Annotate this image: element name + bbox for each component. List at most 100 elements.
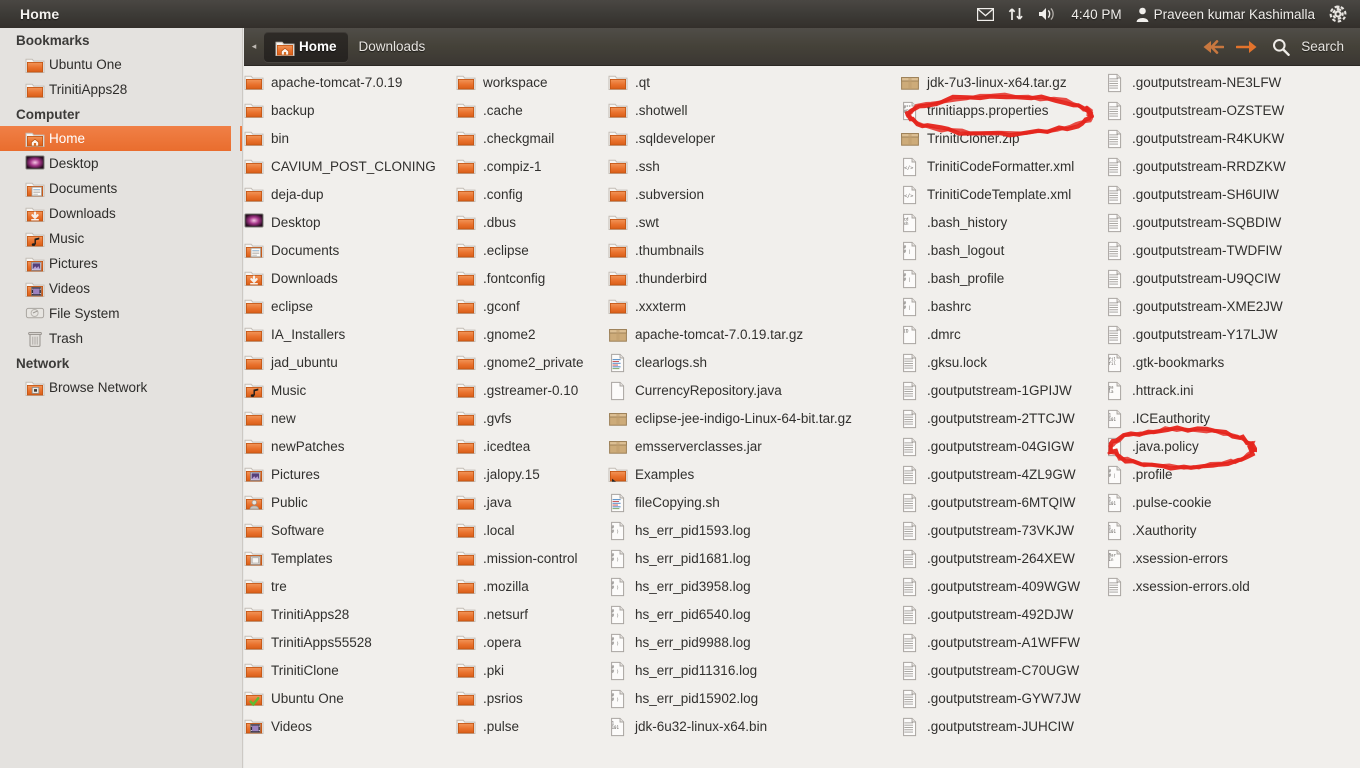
file-item[interactable]: .goutputstream-2TTCJW xyxy=(900,405,1105,433)
file-item[interactable]: .goutputstream-OZSTEW xyxy=(1105,97,1315,125)
file-item[interactable]: # # ) hs_err_pid11316.log xyxy=(608,657,900,685)
file-item[interactable]: .swt xyxy=(608,209,900,237)
file-item[interactable]: .eclipse xyxy=(456,237,608,265)
file-item[interactable]: </> TrinitiCodeFormatter.xml xyxy=(900,153,1105,181)
file-item[interactable]: Ubuntu One xyxy=(244,685,456,713)
file-item[interactable]: .goutputstream-R4KUKW xyxy=(1105,125,1315,153)
file-item[interactable]: .cache xyxy=(456,97,608,125)
file-item[interactable]: # # ) hs_err_pid3958.log xyxy=(608,573,900,601)
file-item[interactable]: CurrencyRepository.java xyxy=(608,377,900,405)
file-item[interactable]: .jalopy.15 xyxy=(456,461,608,489)
sidebar-item-downloads[interactable]: Downloads xyxy=(0,201,242,226)
file-item[interactable]: 1 101 .pulse-cookie xyxy=(1105,489,1315,517)
panel-clock[interactable]: 4:40 PM xyxy=(1064,0,1128,28)
sidebar-item-ubuntu-one[interactable]: Ubuntu One xyxy=(0,52,242,77)
file-item[interactable]: eclipse xyxy=(244,293,456,321)
file-item[interactable]: .gksu.lock xyxy=(900,349,1105,377)
file-item[interactable]: .gstreamer-0.10 xyxy=(456,377,608,405)
file-item[interactable]: .goutputstream-SQBDIW xyxy=(1105,209,1315,237)
file-item[interactable]: # # ) hs_err_pid1681.log xyxy=(608,545,900,573)
file-item[interactable]: Documents xyxy=(244,237,456,265)
file-item[interactable]: Software xyxy=(244,517,456,545)
sidebar-item-home[interactable]: Home xyxy=(0,126,242,151)
file-item[interactable]: 1 101 .Xauthority xyxy=(1105,517,1315,545)
sidebar-item-browse-network[interactable]: Browse Network xyxy=(0,375,242,400)
file-item[interactable]: TrinitiCloner.zip xyxy=(900,125,1105,153)
file-item[interactable]: # # | .bash_profile xyxy=(900,265,1105,293)
file-item[interactable]: Music xyxy=(244,377,456,405)
file-item[interactable]: .goutputstream-04GIGW xyxy=(900,433,1105,461)
file-item[interactable]: .ssh xyxy=(608,153,900,181)
file-item[interactable]: .psrios xyxy=(456,685,608,713)
file-item[interactable]: .goutputstream-NE3LFW xyxy=(1105,69,1315,97)
file-item[interactable]: emsserverclasses.jar xyxy=(608,433,900,461)
file-item[interactable]: .goutputstream-TWDFIW xyxy=(1105,237,1315,265)
file-item[interactable]: .goutputstream-SH6UIW xyxy=(1105,181,1315,209)
file-item[interactable]: # # | .bashrc xyxy=(900,293,1105,321)
file-item[interactable]: .goutputstream-GYW7JW xyxy=(900,685,1105,713)
file-item[interactable]: Downloads xyxy=(244,265,456,293)
file-item[interactable]: .sqldeveloper xyxy=(608,125,900,153)
file-item[interactable]: .java xyxy=(456,489,608,517)
file-item[interactable]: .thunderbird xyxy=(608,265,900,293)
sidebar-item-documents[interactable]: Documents xyxy=(0,176,242,201)
sidebar-item-trash[interactable]: Trash xyxy=(0,326,242,351)
file-item[interactable]: .dbus xyxy=(456,209,608,237)
file-item[interactable]: .local xyxy=(456,517,608,545)
file-item[interactable]: gr / .java.policy xyxy=(1105,433,1315,461)
file-item[interactable]: Pictures xyxy=(244,461,456,489)
file-item[interactable]: cd sh .bash_history xyxy=(900,209,1105,237)
file-item[interactable]: .goutputstream-4ZL9GW xyxy=(900,461,1105,489)
sidebar-item-file-system[interactable]: File System xyxy=(0,301,242,326)
volume-icon[interactable] xyxy=(1031,0,1064,28)
file-item[interactable]: .thumbnails xyxy=(608,237,900,265)
file-item[interactable]: .goutputstream-U9QCIW xyxy=(1105,265,1315,293)
file-item[interactable]: .fontconfig xyxy=(456,265,608,293)
file-item[interactable]: .goutputstream-1GPIJW xyxy=(900,377,1105,405)
file-item[interactable]: 1 101 jdk-6u32-linux-x64.bin xyxy=(608,713,900,741)
file-item[interactable]: 1 101 .ICEauthority xyxy=(1105,405,1315,433)
file-item[interactable]: # # ) hs_err_pid6540.log xyxy=(608,601,900,629)
file-item[interactable]: TrinitiClone xyxy=(244,657,456,685)
breadcrumb-home[interactable]: Home xyxy=(264,31,348,62)
file-item[interactable]: .opera xyxy=(456,629,608,657)
file-item[interactable]: tre xyxy=(244,573,456,601)
sidebar-scrollbar[interactable] xyxy=(231,28,240,768)
file-item[interactable]: .subversion xyxy=(608,181,900,209)
file-item[interactable]: .pulse xyxy=(456,713,608,741)
file-item[interactable]: workspace xyxy=(456,69,608,97)
breadcrumb-downloads[interactable]: Downloads xyxy=(348,32,437,62)
file-item[interactable]: .gconf xyxy=(456,293,608,321)
file-item[interactable]: .config xyxy=(456,181,608,209)
file-item[interactable]: fil fil .gtk-bookmarks xyxy=(1105,349,1315,377)
places-sidebar[interactable]: Bookmarks Ubuntu One TrinitiApps28 Computer… xyxy=(0,28,243,768)
file-item[interactable]: .goutputstream-409WGW xyxy=(900,573,1105,601)
file-item[interactable]: .goutputstream-Y17LJW xyxy=(1105,321,1315,349)
file-item[interactable]: #** #PN trinitiapps.properties xyxy=(900,97,1105,125)
file-item[interactable]: .gnome2_private xyxy=(456,349,608,377)
file-item[interactable]: Examples xyxy=(608,461,900,489)
file-item[interactable]: .mozilla xyxy=(456,573,608,601)
file-item[interactable]: .goutputstream-C70UGW xyxy=(900,657,1105,685)
file-item[interactable]: apache-tomcat-7.0.19 xyxy=(244,69,456,97)
file-item[interactable]: .pki xyxy=(456,657,608,685)
file-item[interactable]: jad_ubuntu xyxy=(244,349,456,377)
file-item[interactable]: .netsurf xyxy=(456,601,608,629)
file-item[interactable]: # # | .profile xyxy=(1105,461,1315,489)
file-item[interactable]: TrinitiApps28 xyxy=(244,601,456,629)
network-icon[interactable] xyxy=(1001,0,1031,28)
file-item[interactable]: # # ) hs_err_pid15902.log xyxy=(608,685,900,713)
file-item[interactable]: .goutputstream-RRDZKW xyxy=(1105,153,1315,181)
file-item[interactable]: .goutputstream-6MTQIW xyxy=(900,489,1105,517)
file-item[interactable]: .checkgmail xyxy=(456,125,608,153)
file-item[interactable]: .goutputstream-264XEW xyxy=(900,545,1105,573)
file-item[interactable]: bin xyxy=(244,125,456,153)
file-item[interactable]: .xxxterm xyxy=(608,293,900,321)
file-item[interactable]: Templates xyxy=(244,545,456,573)
file-item[interactable]: .icedtea xyxy=(456,433,608,461)
file-item[interactable]: new xyxy=(244,405,456,433)
file-item[interactable]: # # ) hs_err_pid9988.log xyxy=(608,629,900,657)
file-item[interactable]: .gnome2 xyxy=(456,321,608,349)
sidebar-item-music[interactable]: Music xyxy=(0,226,242,251)
search-icon[interactable] xyxy=(1266,32,1296,62)
